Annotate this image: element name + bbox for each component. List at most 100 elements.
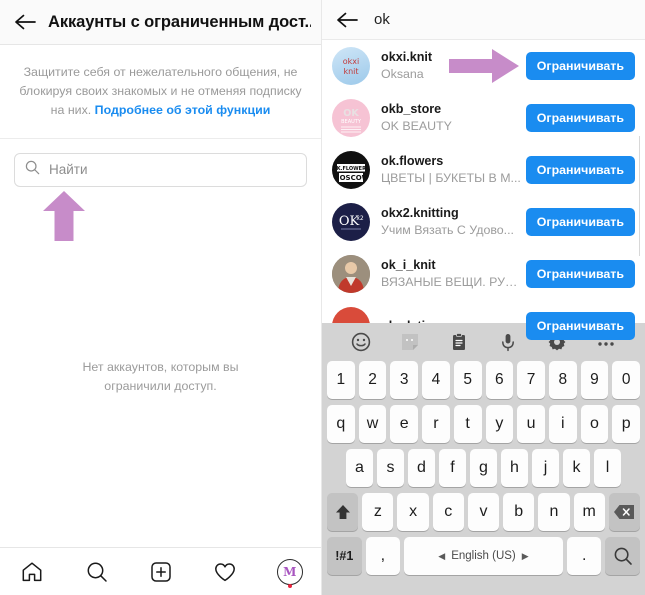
symbols-key[interactable]: !#1 — [327, 537, 362, 575]
key-s[interactable]: s — [377, 449, 404, 487]
fullname: ВЯЗАНЫЕ ВЕЩИ. РУЧ... — [381, 275, 522, 290]
svg-text:BEAUTY: BEAUTY — [341, 119, 362, 125]
keyboard-row-bottom: z x c v b n m — [324, 493, 643, 531]
okxi-knit-avatar: okxi knit — [332, 47, 370, 85]
restrict-button[interactable]: Ограничивать — [525, 52, 635, 80]
profile-avatar[interactable]: M — [273, 555, 307, 589]
on-screen-keyboard: 1 2 3 4 5 6 7 8 9 0 q w e r t y u i o p … — [322, 323, 645, 595]
key-n[interactable]: n — [538, 493, 570, 531]
language-next-icon[interactable]: ▶ — [522, 551, 529, 562]
key-2[interactable]: 2 — [358, 361, 387, 399]
avatar-initial: M — [283, 564, 297, 579]
key-h[interactable]: h — [501, 449, 528, 487]
search-input[interactable]: Найти — [14, 152, 307, 187]
back-arrow-icon[interactable] — [332, 5, 362, 35]
keyboard-row-numbers: 1 2 3 4 5 6 7 8 9 0 — [324, 361, 643, 399]
key-f[interactable]: f — [439, 449, 466, 487]
okb-store-avatar: OK BEAUTY — [332, 99, 370, 137]
key-5[interactable]: 5 — [453, 361, 482, 399]
account-names: okb_store OK BEAUTY — [381, 101, 526, 135]
language-prev-icon[interactable]: ◀ — [438, 551, 445, 562]
search-icon[interactable] — [605, 537, 640, 575]
key-m[interactable]: m — [573, 493, 605, 531]
restrict-button[interactable]: Ограничивать — [525, 208, 635, 236]
spacebar[interactable]: ◀ English (US) ▶ — [404, 537, 563, 575]
page-title: Аккаунты с ограниченным дост... — [48, 12, 311, 31]
key-z[interactable]: z — [362, 493, 394, 531]
svg-text:OK: OK — [343, 108, 359, 119]
key-period[interactable]: . — [566, 537, 602, 575]
username: ok.flowers — [381, 154, 444, 169]
svg-text:x2: x2 — [356, 215, 364, 222]
microphone-icon[interactable] — [495, 329, 521, 355]
list-item[interactable]: ok_i_knit ВЯЗАНЫЕ ВЕЩИ. РУЧ... Ограничив… — [322, 248, 645, 300]
backspace-icon[interactable] — [608, 493, 640, 531]
key-o[interactable]: o — [580, 405, 609, 443]
key-y[interactable]: y — [485, 405, 514, 443]
key-6[interactable]: 6 — [485, 361, 514, 399]
learn-more-link[interactable]: Подробнее об этой функции — [95, 103, 271, 117]
emoji-icon[interactable] — [348, 329, 374, 355]
search-results-screen: ok okxi knit okxi.knit Oksana Ограничива… — [322, 0, 645, 595]
restrict-button[interactable]: Ограничивать — [525, 104, 635, 132]
key-q[interactable]: q — [326, 405, 355, 443]
okx2-knitting-avatar: OK x2 — [332, 203, 370, 241]
heart-icon[interactable] — [208, 555, 242, 589]
home-icon[interactable] — [15, 555, 49, 589]
notification-dot — [287, 583, 292, 588]
account-names: okx2.knitting Учим Вязать С Удово... — [381, 205, 526, 239]
key-e[interactable]: e — [390, 405, 419, 443]
username: okx2.knitting — [381, 206, 459, 221]
key-a[interactable]: a — [346, 449, 373, 487]
key-c[interactable]: c — [432, 493, 464, 531]
key-v[interactable]: v — [467, 493, 500, 531]
key-d[interactable]: d — [408, 449, 435, 487]
key-i[interactable]: i — [548, 405, 577, 443]
restrict-button[interactable]: Ограничивать — [525, 156, 635, 184]
scrollbar[interactable] — [639, 136, 642, 256]
sticker-icon[interactable] — [397, 329, 423, 355]
key-r[interactable]: r — [422, 405, 450, 443]
clipboard-icon[interactable] — [446, 329, 472, 355]
restrict-button[interactable]: Ограничивать — [525, 312, 635, 340]
intro-description: Защитите себя от нежелательного общения,… — [0, 45, 321, 134]
key-p[interactable]: p — [612, 405, 641, 443]
svg-text:okxi: okxi — [343, 57, 359, 66]
key-j[interactable]: j — [532, 449, 559, 487]
key-g[interactable]: g — [470, 449, 497, 487]
avatar: M — [276, 558, 303, 588]
restrict-button[interactable]: Ограничивать — [525, 260, 635, 288]
search-icon[interactable] — [80, 555, 114, 589]
back-arrow-icon[interactable] — [10, 7, 40, 37]
key-8[interactable]: 8 — [548, 361, 577, 399]
key-x[interactable]: x — [397, 493, 429, 531]
ok-i-knit-avatar — [332, 255, 370, 293]
add-post-icon[interactable] — [144, 555, 178, 589]
fullname: Учим Вязать С Удово... — [381, 223, 514, 238]
list-item[interactable]: OK.FLOWERS MOSCOW ok.flowers ЦВЕТЫ | БУК… — [322, 144, 645, 196]
key-7[interactable]: 7 — [517, 361, 545, 399]
username: ok_i_knit — [381, 258, 436, 273]
key-9[interactable]: 9 — [580, 361, 609, 399]
search-query-text[interactable]: ok — [374, 11, 390, 28]
key-k[interactable]: k — [563, 449, 590, 487]
key-l[interactable]: l — [594, 449, 621, 487]
account-names: ok.flowers ЦВЕТЫ | БУКЕТЫ В М... — [381, 153, 526, 187]
purple-arrow-up-annotation — [42, 190, 86, 242]
list-item[interactable]: OK x2 okx2.knitting Учим Вязать С Удово.… — [322, 196, 645, 248]
key-1[interactable]: 1 — [326, 361, 355, 399]
key-w[interactable]: w — [358, 405, 387, 443]
list-item[interactable]: OK BEAUTY okb_store OK BEAUTY Ограничива… — [322, 92, 645, 144]
key-b[interactable]: b — [503, 493, 535, 531]
account-names: ok_i_knit ВЯЗАНЫЕ ВЕЩИ. РУЧ... — [381, 257, 526, 291]
key-3[interactable]: 3 — [390, 361, 419, 399]
key-0[interactable]: 0 — [612, 361, 641, 399]
shift-icon[interactable] — [327, 493, 359, 531]
svg-text:OK.FLOWERS: OK.FLOWERS — [332, 166, 369, 172]
key-4[interactable]: 4 — [422, 361, 450, 399]
ok-flowers-avatar: OK.FLOWERS MOSCOW — [332, 151, 370, 189]
key-t[interactable]: t — [453, 405, 482, 443]
key-comma[interactable]: , — [365, 537, 401, 575]
spacebar-language-label: English (US) — [451, 550, 516, 562]
key-u[interactable]: u — [517, 405, 545, 443]
